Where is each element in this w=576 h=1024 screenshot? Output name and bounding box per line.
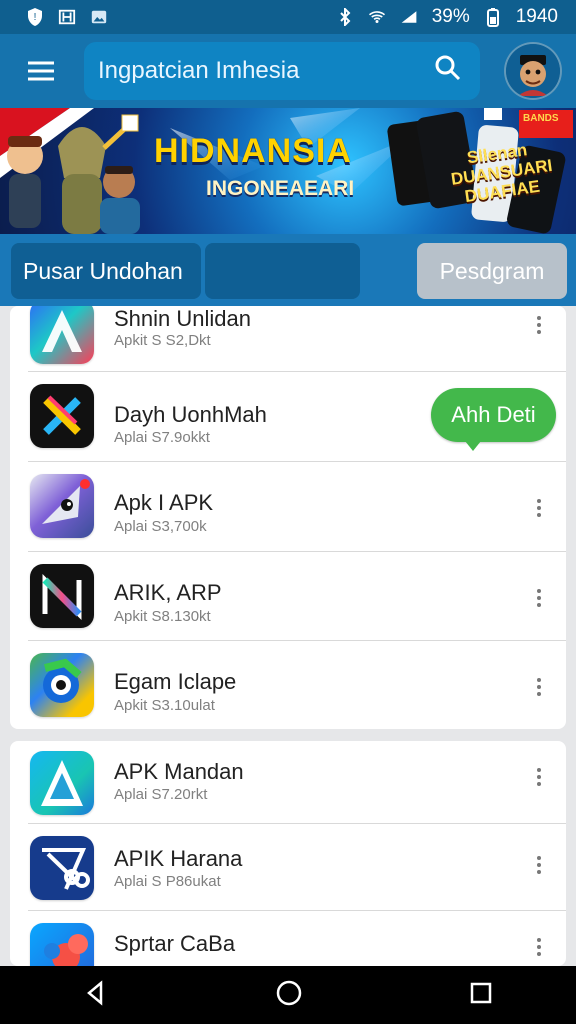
more-icon[interactable] — [534, 586, 544, 612]
app-meta: Aplai S7.20rkt — [114, 786, 208, 803]
battery-percent: 39% — [431, 6, 470, 27]
app-meta: Apkit S S2,Dkt — [114, 332, 211, 349]
tab-active[interactable]: Pusar Undohan — [11, 243, 201, 299]
shield-alert-icon: ! — [26, 8, 44, 26]
app-icon-scissors — [30, 836, 94, 900]
app-icon-triangle-a — [30, 751, 94, 815]
app-icon-red-orbs — [30, 923, 94, 966]
app-icon-colorful-n — [30, 564, 94, 628]
app-name: APIK Harana — [114, 846, 243, 871]
app-row[interactable]: ARIK, ARP Apkit S8.130kt — [10, 552, 566, 641]
more-icon[interactable] — [534, 675, 544, 701]
app-row[interactable]: APIK Harana Aplai S P86ukat — [10, 824, 566, 911]
back-icon[interactable] — [82, 979, 110, 1012]
app-name: Apk I APK — [114, 490, 214, 515]
banner-top-right-text: BANDS — [523, 113, 559, 124]
home-icon[interactable] — [274, 978, 304, 1013]
clock: 1940 — [515, 6, 558, 27]
more-icon[interactable] — [534, 313, 544, 339]
app-row[interactable]: APK Mandan Aplai S7.20rkt — [10, 741, 566, 824]
app-row[interactable]: Egam Iclape Apkit S3.10ulat — [10, 641, 566, 729]
app-meta: Aplai S P86ukat — [114, 873, 221, 890]
more-icon[interactable] — [534, 853, 544, 879]
wifi-icon — [368, 8, 386, 26]
gallery-notification-icon — [90, 8, 108, 26]
banner-subtitle: INGONEAEARI — [206, 177, 355, 200]
app-icon-bird — [30, 474, 94, 538]
app-bar: Ingpatcian Imhesia — [0, 34, 576, 108]
svg-text:!: ! — [34, 12, 37, 23]
search-icon[interactable] — [434, 54, 462, 89]
navigation-bar — [0, 966, 576, 1024]
app-name: Dayh UonhMah — [114, 402, 267, 427]
app-row[interactable]: Shnin Unlidan Apkit S S2,Dkt — [10, 306, 566, 372]
more-icon[interactable] — [534, 496, 544, 522]
menu-icon[interactable] — [24, 54, 58, 88]
app-meta: Aplai S7.9okkt — [114, 429, 210, 446]
app-name: ARIK, ARP — [114, 580, 222, 605]
app-name: APK Mandan — [114, 759, 244, 784]
tab-middle[interactable] — [205, 243, 360, 299]
status-bar: ! 39% 1940 — [0, 0, 576, 34]
image-notification-icon — [58, 8, 76, 26]
app-icon-camera-lens — [30, 653, 94, 717]
banner-title: HIDNANSIA — [154, 132, 352, 170]
app-icon-gradient-a — [30, 306, 94, 364]
app-name: Sprtar CaBa — [114, 931, 236, 956]
app-meta: Apkit S3.10ulat — [114, 697, 215, 714]
avatar[interactable] — [504, 42, 562, 100]
app-icon-dark-x — [30, 384, 94, 448]
banner-badge: Sllenan DUANSUARI DUAFIAE — [449, 140, 554, 207]
app-list-card: Shnin Unlidan Apkit S S2,Dkt Dayh UonhMa… — [10, 306, 566, 729]
bluetooth-icon — [336, 8, 354, 26]
app-name: Shnin Unlidan — [114, 306, 251, 331]
app-row[interactable]: Sprtar CaBa — [10, 911, 566, 966]
tab-right[interactable]: Pesdgram — [417, 243, 567, 299]
app-meta: Aplai S3,700k — [114, 518, 207, 535]
search-bar[interactable]: Ingpatcian Imhesia — [84, 42, 480, 100]
search-text: Ingpatcian Imhesia — [98, 57, 300, 84]
signal-icon — [400, 8, 418, 26]
app-list-card-secondary: APK Mandan Aplai S7.20rkt APIK Harana Ap… — [10, 741, 566, 966]
more-icon[interactable] — [534, 935, 544, 961]
app-row[interactable]: Apk I APK Aplai S3,700k — [10, 462, 566, 552]
recents-icon[interactable] — [468, 980, 494, 1011]
app-meta: Apkit S8.130kt — [114, 608, 211, 625]
battery-icon — [484, 8, 502, 27]
app-name: Egam Iclape — [114, 669, 237, 694]
more-icon[interactable] — [534, 765, 544, 791]
apply-button[interactable]: Ahh Deti — [431, 388, 556, 451]
